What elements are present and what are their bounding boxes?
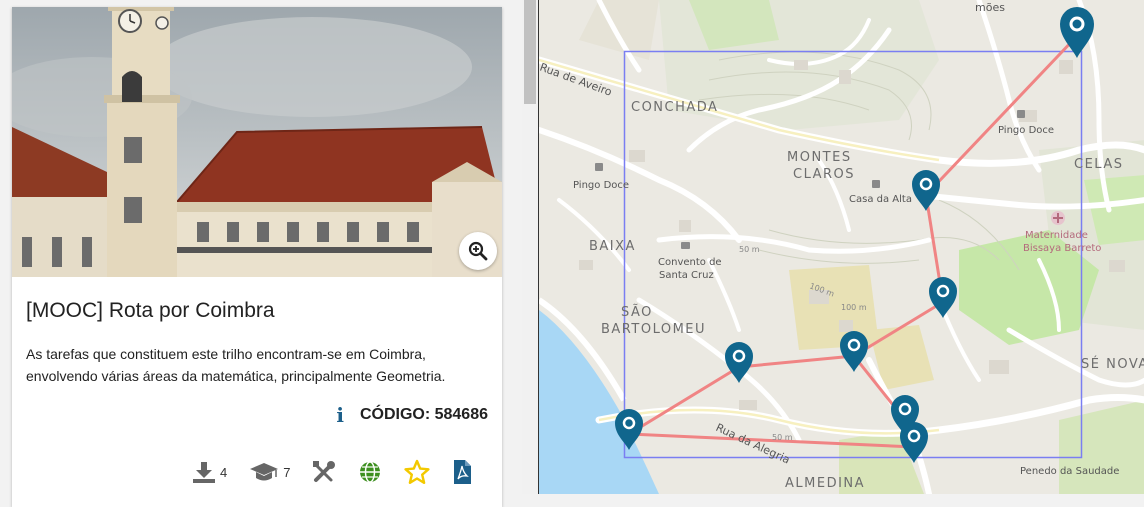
label-mhoes: mões — [975, 1, 1005, 14]
label-se-nova: SÉ NOVA — [1081, 356, 1144, 372]
label-conchada: CONCHADA — [631, 100, 718, 115]
map-view[interactable]: CONCHADA MONTES CLAROS CELAS BAIXA SÃO B… — [538, 0, 1144, 494]
graduate-count: 7 — [283, 464, 291, 480]
label-convento-2: Santa Cruz — [659, 270, 714, 281]
hospital-icon — [1051, 211, 1065, 225]
label-casa-alta: Casa da Alta — [849, 194, 912, 205]
museum-icon — [872, 180, 880, 188]
label-bissaya: Bissaya Barreto — [1023, 243, 1101, 254]
label-pingo-doce-2: Pingo Doce — [998, 125, 1054, 136]
zoom-in-icon — [468, 241, 488, 261]
label-almedina: ALMEDINA — [785, 476, 865, 491]
shop-icon — [1017, 110, 1025, 118]
shop-icon — [595, 163, 603, 171]
scrollbar-thumb[interactable] — [524, 0, 536, 104]
globe-icon — [360, 461, 381, 483]
trail-photo — [12, 7, 502, 277]
graduates-button[interactable]: 7 — [249, 461, 290, 483]
graduation-cap-icon — [250, 463, 279, 481]
label-claros: CLAROS — [793, 167, 855, 182]
label-contour-4: 100 m — [841, 303, 867, 312]
label-bartolomeu: BARTOLOMEU — [601, 322, 706, 337]
code-row: i CÓDIGO: 584686 — [336, 403, 488, 427]
star-icon — [404, 459, 431, 484]
label-contour-1: 50 m — [739, 245, 760, 254]
label-maternidade: Maternidade — [1025, 230, 1088, 241]
label-penedo: Penedo da Saudade — [1020, 466, 1119, 477]
label-convento-1: Convento de — [658, 257, 722, 268]
zoom-in-button[interactable] — [459, 232, 497, 270]
pdf-icon — [454, 460, 472, 484]
label-celas: CELAS — [1074, 157, 1123, 172]
label-pingo-doce-1: Pingo Doce — [573, 180, 629, 191]
download-count: 4 — [220, 464, 228, 480]
download-button[interactable]: 4 — [192, 461, 227, 483]
card-actions: 4 7 — [192, 459, 494, 485]
tools-icon — [313, 461, 336, 482]
favorite-button[interactable] — [404, 459, 431, 485]
camera-icon — [681, 242, 690, 249]
trail-card: [MOOC] Rota por Coimbra As tarefas que c… — [12, 7, 502, 507]
label-contour-2: 50 m — [772, 433, 793, 442]
trail-title: [MOOC] Rota por Coimbra — [26, 299, 275, 322]
trail-code: CÓDIGO: 584686 — [359, 406, 488, 423]
globe-button[interactable] — [358, 460, 382, 484]
scrollbar[interactable] — [522, 0, 538, 494]
tools-button[interactable] — [312, 460, 336, 484]
download-icon — [193, 462, 215, 483]
label-montes: MONTES — [787, 150, 852, 165]
info-icon[interactable]: i — [336, 403, 344, 427]
label-baixa: BAIXA — [589, 239, 636, 254]
label-sao: SÃO — [621, 304, 653, 320]
trail-description: As tarefas que constituem este trilho en… — [26, 346, 446, 384]
pdf-button[interactable] — [452, 460, 472, 484]
left-pane: [MOOC] Rota por Coimbra As tarefas que c… — [0, 0, 522, 507]
